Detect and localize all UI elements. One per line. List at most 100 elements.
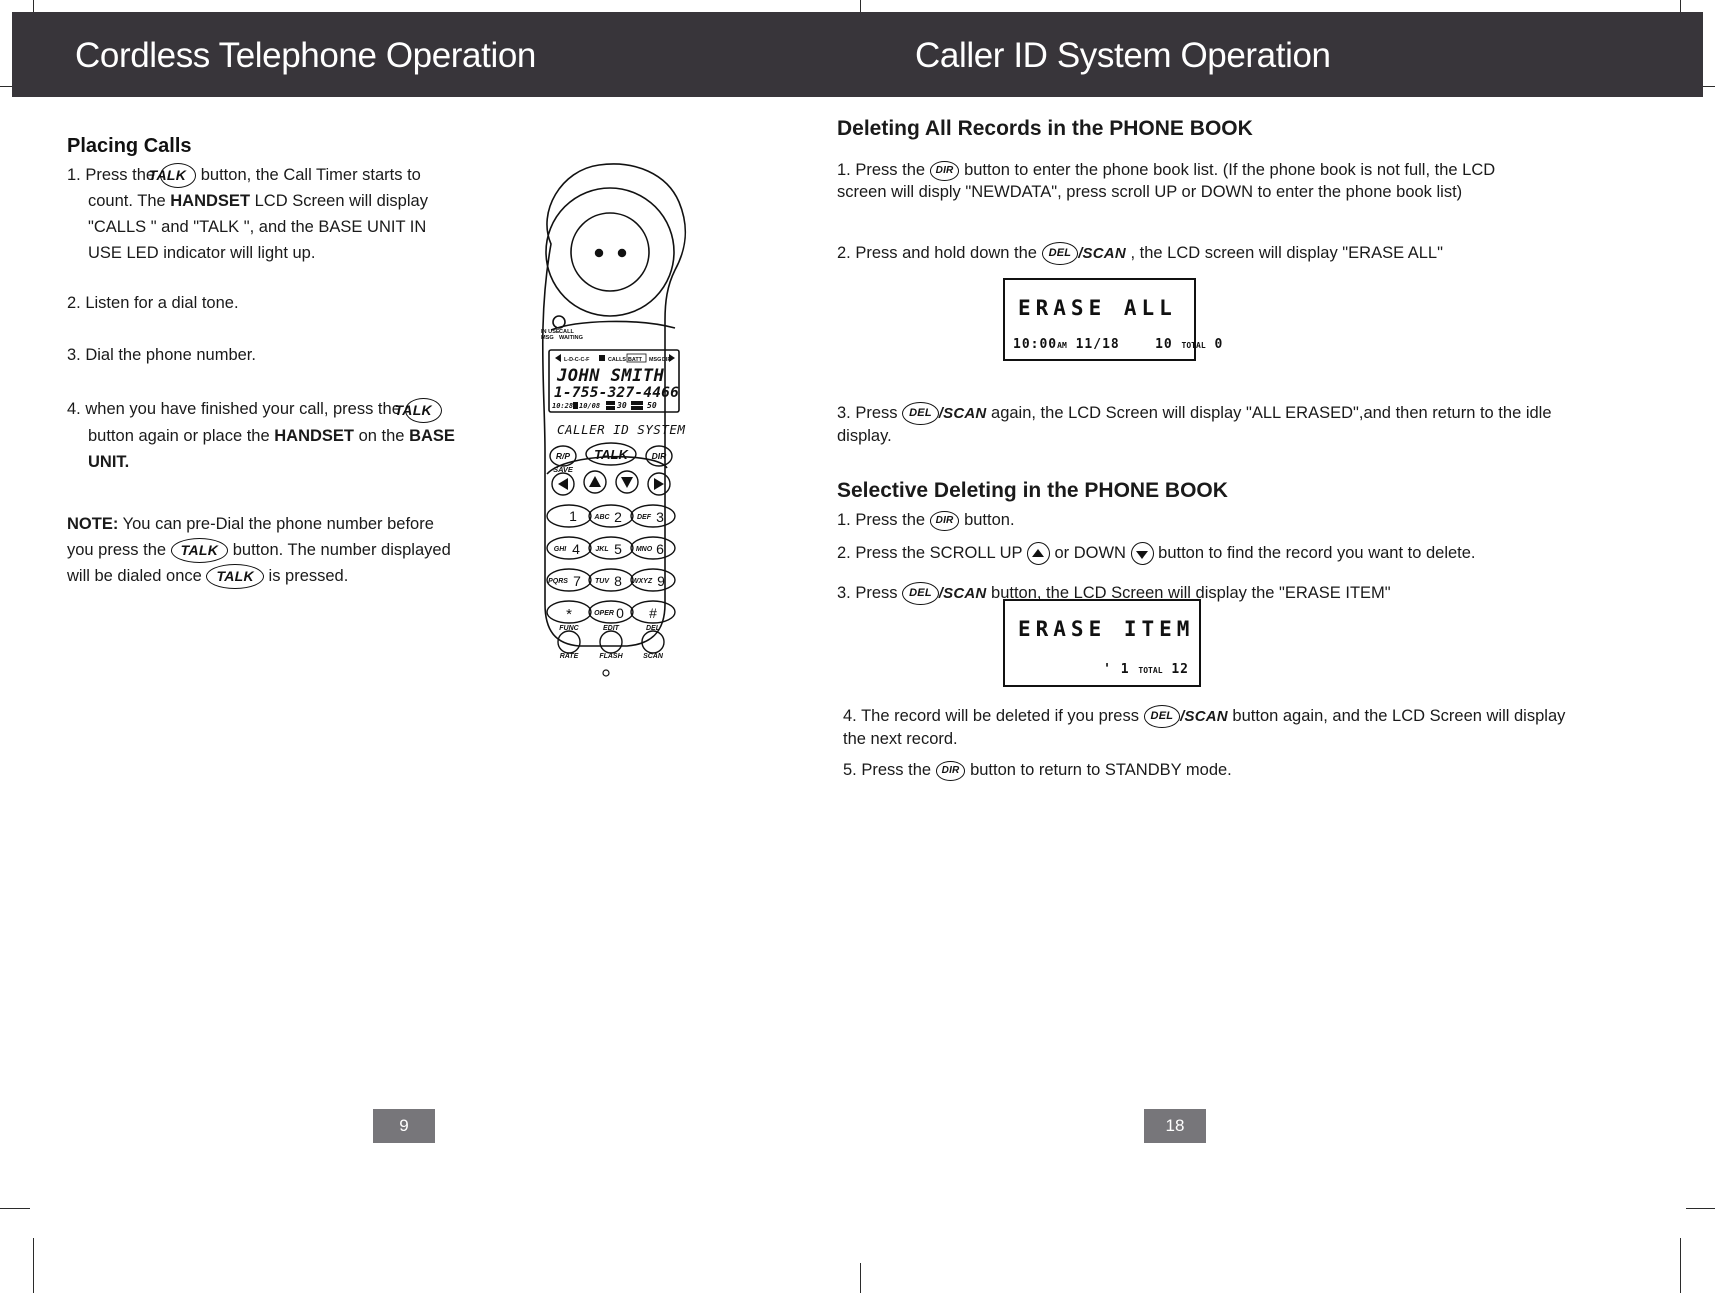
right-step-1: 1. Press the DIR button to enter the pho… (837, 159, 1537, 204)
selective-step-2-text-c: button to find the record you want to de… (1158, 544, 1476, 562)
step-4-text-b: button again or place the (88, 426, 270, 445)
scan-suffix: /SCAN (938, 405, 987, 422)
selective-step-1-number: 1. (837, 511, 851, 529)
lcd-new-icon (606, 401, 615, 405)
keypad-digit-7: 7 (573, 573, 581, 589)
keypad-alpha-3: DEF (637, 514, 652, 521)
right-step-2-text-b: , the LCD screen will display "ERASE ALL… (1130, 244, 1443, 262)
lcd-new-icon2 (606, 406, 615, 410)
selective-step-2-number: 2. (837, 544, 851, 562)
del-button-glyph: DEL (902, 582, 939, 606)
keypad-alpha-9: WXYZ (632, 578, 653, 585)
lcd-erase-item-text: ERASE ITEM (1018, 617, 1195, 641)
talk-button-glyph: TALK (206, 564, 264, 590)
phone-key-rp-label: R/P (556, 451, 571, 461)
keypad-alpha-4: GHI (554, 546, 568, 553)
step-4-text-c: on the (358, 426, 405, 445)
lcd-screen-erase-all: ERASE ALL 10:00AM 11/18 10 TOTAL 0 (1003, 278, 1222, 361)
up-arrow-icon (589, 476, 601, 487)
lcd-erase-all-text: ERASE ALL (1018, 296, 1177, 320)
keypad-alpha-8: TUV (595, 578, 610, 585)
step-2-paragraph: 2. Listen for a dial tone. (67, 294, 239, 313)
lcd2-left: ' 1 (1103, 662, 1130, 677)
keypad-alpha-2: ABC (593, 514, 610, 521)
keypad-digit-star: * (566, 606, 572, 623)
lcd-new-count: 30 (616, 401, 627, 410)
scroll-down-icon (1130, 542, 1154, 566)
selective-step-5-text-a: Press the (861, 761, 932, 779)
phone-key-rate (557, 630, 581, 654)
lcd-status-calls: CALLS (608, 357, 626, 363)
page-number-right: 18 (1144, 1109, 1206, 1143)
lcd-envelope-icon (599, 355, 605, 361)
step-1-bold-handset: HANDSET (170, 192, 251, 211)
keypad-alpha-7: PQRS (548, 578, 568, 585)
selective-step-5-number: 5. (843, 761, 857, 779)
cordless-handset-illustration: IN USE MSG CALL WAITING L-D-C-C-F CALLS … (507, 152, 737, 692)
page-title-right: Caller ID System Operation (915, 36, 1331, 75)
down-arrow-icon (621, 477, 633, 488)
right-step-1-number: 1. (837, 161, 851, 179)
lcd-erase-item-status: ' 1 TOTAL 12 (1103, 662, 1189, 677)
keypad-digit-5: 5 (614, 541, 622, 557)
keypad-digit-0: 0 (616, 605, 624, 621)
left-page: Placing Calls 1. Press the TALK button, … (12, 97, 857, 1281)
note-paragraph: NOTE: You can pre-Dial the phone number … (67, 511, 457, 590)
phone-key-talk-label: TALK (594, 447, 629, 462)
step-1-number: 1. (67, 166, 81, 184)
selective-step-3-text-a: Press (855, 584, 898, 602)
keypad-digit-3: 3 (656, 509, 664, 525)
lcd-total-icon (631, 401, 643, 405)
selective-step-1: 1. Press the DIR button. (837, 509, 1557, 531)
talk-button-glyph: TALK (149, 163, 197, 189)
right-step-2: 2. Press and hold down the DEL/SCAN , th… (837, 242, 1557, 266)
lcd-am-icon (573, 402, 578, 409)
selective-step-1-text-a: Press the (855, 511, 926, 529)
lcd-left-arrow-icon (555, 354, 561, 362)
selective-step-1-text-b: button. (964, 511, 1015, 529)
lcd-info-date: 10/08 (579, 402, 600, 410)
phone-led-label-waiting: WAITING (559, 335, 583, 341)
lcd-status-msg: MSG (649, 357, 661, 363)
section-title-placing-calls: Placing Calls (67, 135, 192, 157)
left-arrow-icon (558, 478, 568, 490)
keypad-alpha-6: MNO (636, 546, 653, 553)
lcd1-date: 11/18 (1075, 337, 1120, 352)
step-3-paragraph: 3. Dial the phone number. (67, 346, 256, 365)
phone-key-dir-label: DIR (652, 451, 668, 461)
dir-button-glyph: DIR (929, 510, 960, 531)
lcd-caller-name: JOHN SMITH (556, 366, 665, 386)
lcd-status-batt: BATT (628, 357, 643, 363)
step-4-number: 4. (67, 400, 81, 419)
lcd-erase-all-status: 10:00AM 11/18 10 TOTAL 0 (1013, 337, 1223, 352)
lcd-info-row: 10:28 (552, 402, 573, 410)
selective-step-2: 2. Press the SCROLL UP or DOWN button to… (837, 542, 1577, 566)
scroll-up-icon (1026, 542, 1050, 566)
keypad-digit-hash: # (649, 605, 657, 621)
step-4-paragraph: 4. when you have finished your call, pre… (67, 396, 457, 474)
lcd1-total: 0 (1214, 337, 1224, 352)
lcd1-new: 10 (1155, 337, 1173, 352)
left-page-text-column: Placing Calls 1. Press the TALK button, … (67, 135, 457, 603)
phone-key-scan-label: SCAN (643, 653, 664, 660)
lcd-status-icons: L-D-C-C-F (564, 357, 590, 363)
del-button-glyph: DEL (1143, 705, 1181, 729)
selective-step-2-text-a: Press the SCROLL UP (855, 544, 1023, 562)
right-step-3: 3. Press DEL/SCAN again, the LCD Screen … (837, 402, 1557, 448)
lcd1-total-label: TOTAL (1181, 341, 1206, 350)
page-title-left: Cordless Telephone Operation (75, 36, 536, 75)
lcd-caller-number: 1-755-327-4466 (554, 385, 679, 401)
lcd-right-arrow-icon (669, 354, 675, 362)
step-4-text-a: when you have finished your call, press … (85, 400, 401, 419)
keypad-digit-1: 1 (569, 508, 577, 524)
section-title-deleting-all-records: Deleting All Records in the PHONE BOOK (837, 117, 1253, 140)
right-step-1-text-a: Press the (855, 161, 926, 179)
keypad-alpha-0: OPER (594, 610, 614, 617)
step-4-bold-handset: HANDSET (274, 426, 354, 445)
keypad-alpha-5: JKL (595, 546, 608, 553)
scan-suffix: /SCAN (1180, 708, 1228, 725)
right-step-3-number: 3. (837, 404, 851, 422)
del-button-glyph: DEL (1041, 242, 1079, 266)
selective-step-3: 3. Press DEL/SCAN button, the LCD Screen… (837, 582, 1577, 606)
selective-step-4-number: 4. (843, 707, 857, 725)
